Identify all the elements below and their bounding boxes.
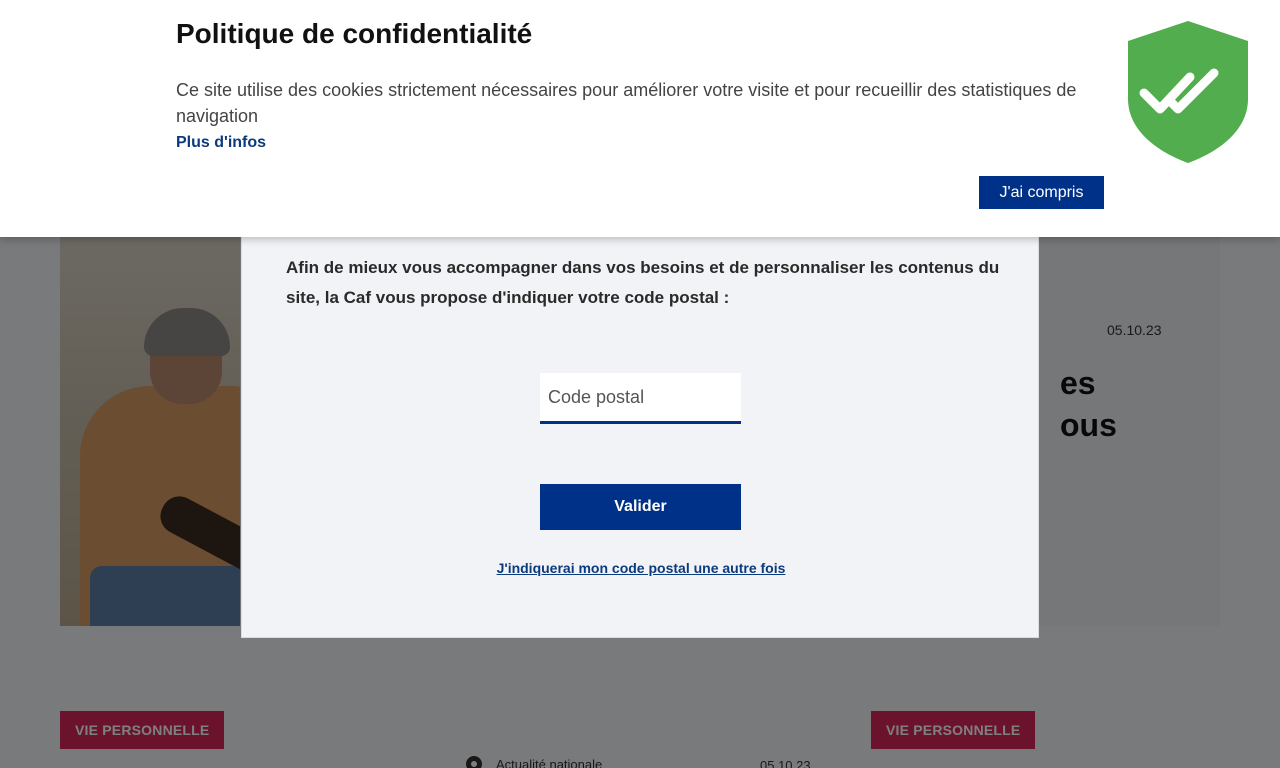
more-info-link[interactable]: Plus d'infos <box>176 134 266 152</box>
accept-cookies-button[interactable]: J'ai compris <box>979 176 1104 209</box>
skip-postal-code-link[interactable]: J'indiquerai mon code postal une autre f… <box>242 560 1040 576</box>
modal-intro-text: Afin de mieux vous accompagner dans vos … <box>286 258 1000 307</box>
postal-code-modal: Afin de mieux vous accompagner dans vos … <box>241 200 1039 638</box>
cookie-text: Ce site utilise des cookies strictement … <box>176 80 1077 126</box>
postal-code-input[interactable] <box>540 373 741 424</box>
cookie-banner: Politique de confidentialité Ce site uti… <box>0 0 1280 237</box>
cookie-title: Politique de confidentialité <box>176 18 533 49</box>
shield-check-icon <box>1128 21 1248 163</box>
validate-button[interactable]: Valider <box>540 484 741 530</box>
